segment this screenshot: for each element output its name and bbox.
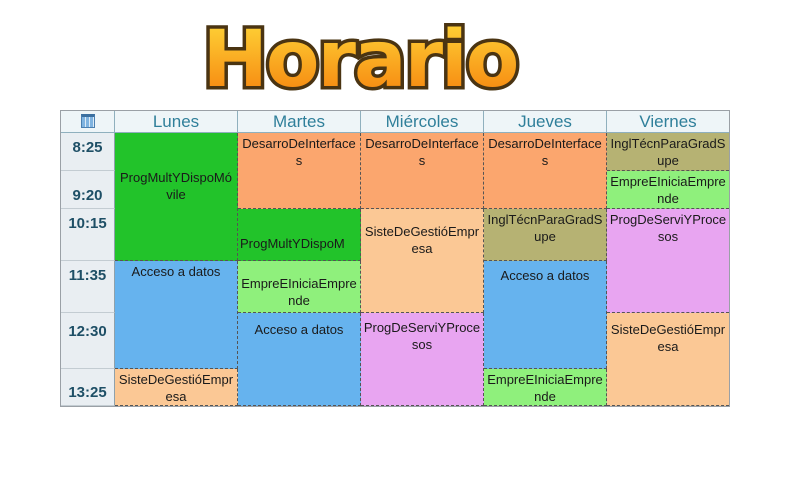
- class-block: Acceso a datos: [238, 313, 361, 406]
- class-block: InglTécnParaGradSupe: [607, 133, 729, 171]
- class-block: SisteDeGestióEmpresa: [115, 369, 238, 406]
- class-block: ProgDeServiYProcesos: [607, 209, 729, 313]
- class-block: SisteDeGestióEmpresa: [361, 209, 484, 313]
- class-block: DesarroDeInterfaces: [238, 133, 361, 209]
- time-slot: 9:20: [61, 171, 115, 209]
- class-block: EmpreEIniciaEmprende: [607, 171, 729, 209]
- page-title: Horario: [180, 4, 540, 107]
- time-slot: 8:25: [61, 133, 115, 171]
- class-block: InglTécnParaGradSupe: [484, 209, 607, 261]
- class-block: ProgDeServiYProcesos: [361, 313, 484, 406]
- header-day: Miércoles: [361, 111, 484, 133]
- header-corner: [61, 111, 115, 133]
- class-block: DesarroDeInterfaces: [484, 133, 607, 209]
- time-slot: 11:35: [61, 261, 115, 313]
- time-slot: 12:30: [61, 313, 115, 369]
- title-outline: Horario: [203, 15, 518, 105]
- class-block: EmpreEIniciaEmprende: [484, 369, 607, 406]
- header-day: Lunes: [115, 111, 238, 133]
- class-block: SisteDeGestióEmpresa: [607, 313, 729, 406]
- time-slot: 13:25: [61, 369, 115, 406]
- header-day: Viernes: [607, 111, 729, 133]
- class-block: ProgMultYDispoMóvile: [115, 133, 238, 261]
- class-block: Acceso a datos: [484, 261, 607, 369]
- class-block: ProgMultYDispoM: [238, 209, 361, 261]
- header-day: Martes: [238, 111, 361, 133]
- header-day: Jueves: [484, 111, 607, 133]
- class-block: Acceso a datos: [115, 261, 238, 369]
- schedule-table: Lunes Martes Miércoles Jueves Viernes 8:…: [60, 110, 730, 407]
- class-block: EmpreEIniciaEmprende: [238, 261, 361, 313]
- calendar-icon: [80, 114, 95, 128]
- class-block: DesarroDeInterfaces: [361, 133, 484, 209]
- time-slot: 10:15: [61, 209, 115, 261]
